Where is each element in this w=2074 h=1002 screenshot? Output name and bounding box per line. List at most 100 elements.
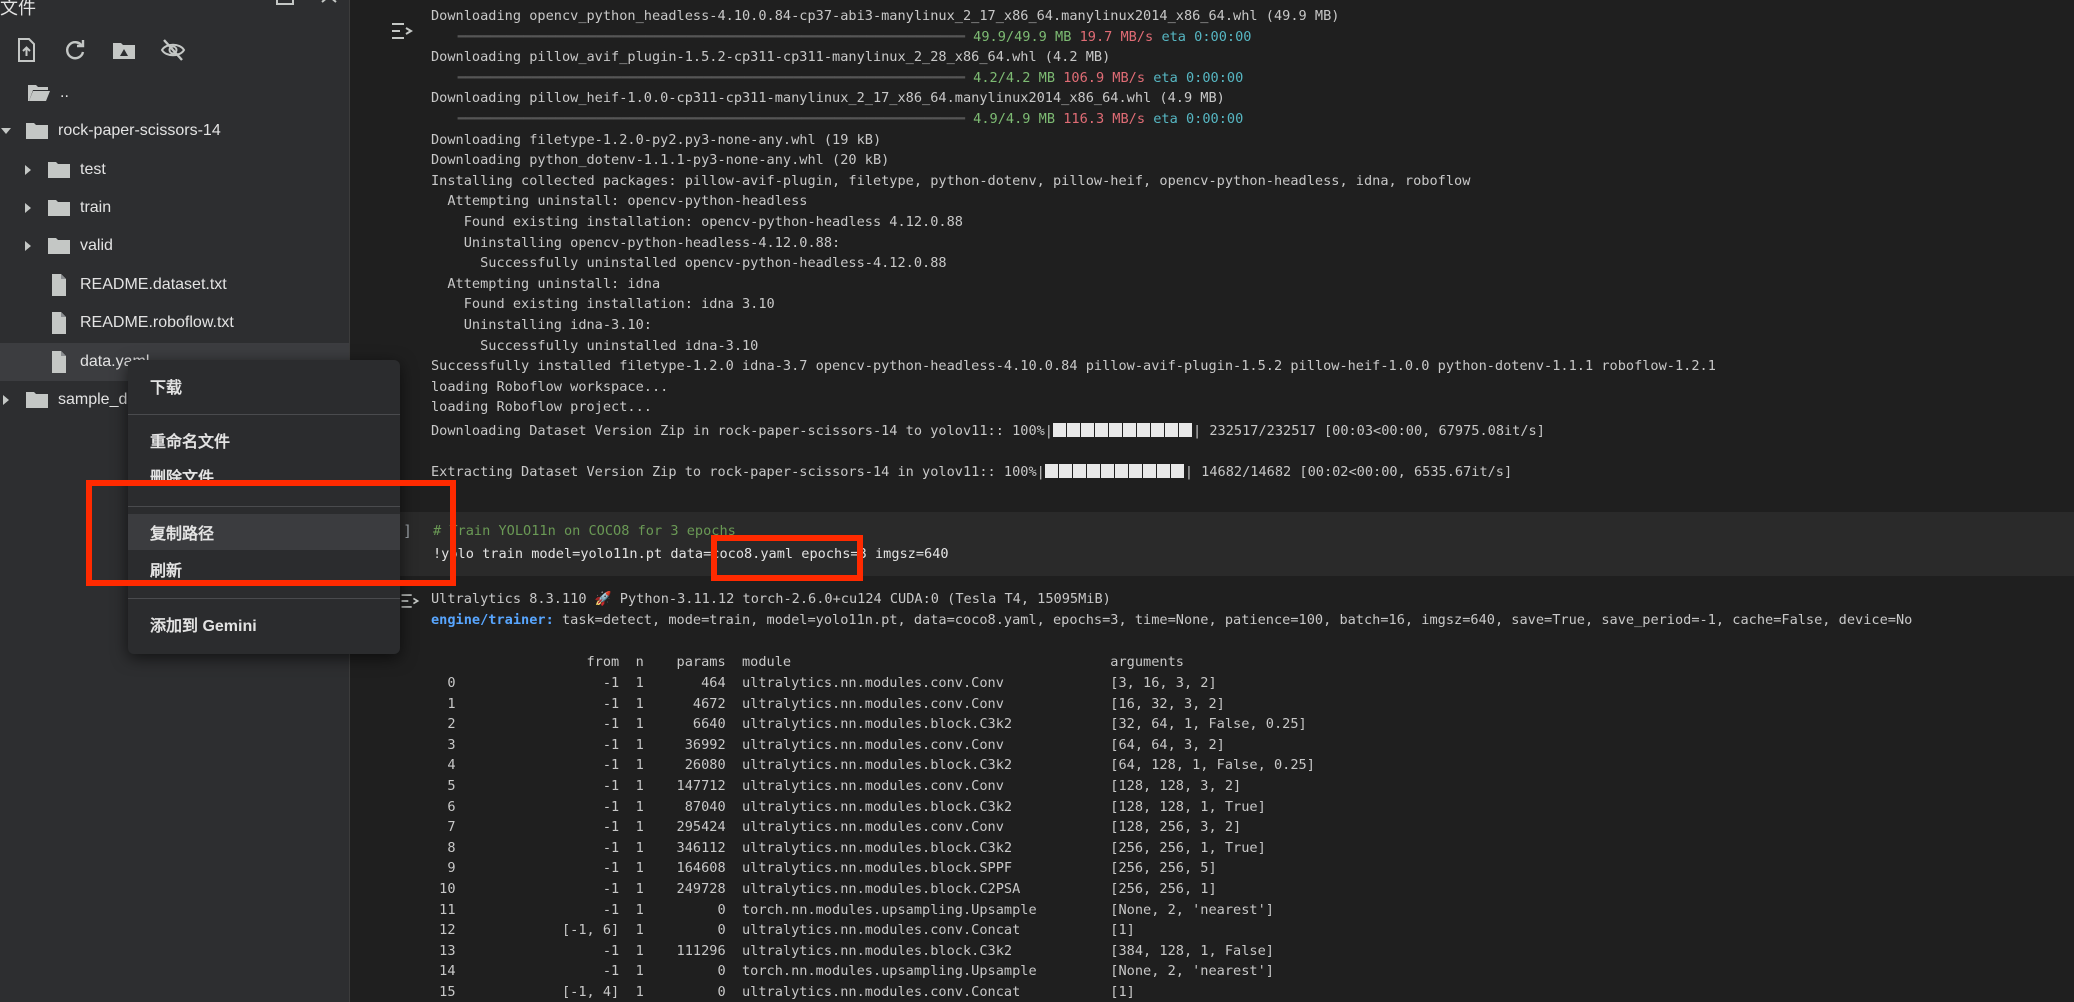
download-speed: 116.3 MB/s: [1063, 111, 1146, 127]
download-eta: eta 0:00:00: [1161, 28, 1252, 45]
extract-zip-progress: Extracting Dataset Version Zip to rock-p…: [431, 462, 1512, 483]
progress-block: [1081, 423, 1094, 437]
progress-prefix: Extracting Dataset Version Zip to rock-p…: [431, 464, 1045, 480]
menu-item-download[interactable]: 下载: [128, 368, 400, 404]
tree-item-test[interactable]: test: [0, 151, 349, 189]
tree-item-valid[interactable]: valid: [0, 227, 349, 265]
progress-suffix: | 232517/232517 [00:03<00:00, 67975.08it…: [1193, 423, 1545, 439]
layer-table-row: 0 -1 1 464 ultralytics.nn.modules.conv.C…: [431, 675, 1217, 691]
progress-block: [1179, 423, 1192, 437]
folder-icon: [46, 235, 72, 257]
menu-item-rename[interactable]: 重命名文件: [128, 422, 400, 458]
tree-item-readme-dataset[interactable]: README.dataset.txt: [0, 266, 349, 304]
trainer-value: task=detect, mode=train, model=yolo11n.p…: [553, 612, 1913, 628]
progress-done: 4.9/4.9 MB: [973, 111, 1056, 127]
tree-item-label: sample_d: [58, 391, 128, 408]
progress-block: [1100, 464, 1114, 478]
chevron-right-icon[interactable]: [0, 394, 12, 406]
folder-icon: [24, 120, 50, 142]
progress-block: [1165, 423, 1178, 437]
pip-output-line: Downloading filetype-1.2.0-py2.py3-none-…: [431, 131, 882, 148]
progress-block: [1109, 423, 1122, 437]
progress-block: [1067, 423, 1080, 437]
pip-output-line: Downloading pillow_heif-1.0.0-cp311-cp31…: [431, 90, 1225, 107]
pip-output-line: Successfully uninstalled idna-3.10: [431, 337, 759, 354]
toggle-hidden-files-button[interactable]: [157, 34, 189, 66]
layer-table-row: 14 -1 1 0 torch.nn.modules.upsampling.Up…: [431, 963, 1274, 980]
tree-item-label: rock-paper-scissors-14: [58, 122, 221, 139]
pip-output-line: Installing collected packages: pillow-av…: [431, 172, 1471, 189]
trainer-key: engine/trainer:: [431, 612, 554, 628]
layer-table-row: 15 [-1, 4] 1 0 ultralytics.nn.modules.co…: [431, 984, 1135, 1000]
tree-item-label: README.dataset.txt: [80, 276, 227, 293]
folder-icon: [24, 389, 50, 411]
tree-item-readme-roboflow[interactable]: README.roboflow.txt: [0, 304, 349, 342]
code-cell[interactable]: ] # Train YOLO11n on COCO8 for 3 epochs …: [351, 512, 2074, 576]
chevron-right-icon[interactable]: [22, 164, 34, 176]
progress-block: [1072, 464, 1086, 478]
output-collapse-icon[interactable]: [399, 590, 421, 612]
progress-prefix: Downloading Dataset Version Zip in rock-…: [431, 423, 1053, 439]
pip-install-output: Downloading opencv_python_headless-4.10.…: [351, 0, 2074, 508]
progress-block: [1114, 464, 1128, 478]
layer-table-row: 6 -1 1 87040 ultralytics.nn.modules.bloc…: [431, 798, 1266, 815]
tree-item-label: test: [80, 161, 106, 178]
menu-item-add-to-gemini[interactable]: 添加到 Gemini: [128, 606, 400, 642]
progress-block: [1156, 464, 1170, 478]
chevron-right-icon[interactable]: [22, 240, 34, 252]
pip-output-line: loading Roboflow workspace...: [431, 378, 669, 395]
pip-output-line: Downloading pillow_avif_plugin-1.5.2-cp3…: [431, 49, 1111, 66]
file-icon: [46, 274, 72, 296]
layer-table-row: 9 -1 1 164608 ultralytics.nn.modules.blo…: [431, 860, 1217, 877]
code-command[interactable]: !yolo train model=yolo11n.pt data=coco8.…: [433, 544, 949, 565]
maximize-icon[interactable]: [274, 0, 296, 14]
pip-output-line: Found existing installation: idna 3.10: [431, 296, 775, 313]
upload-file-icon: [18, 38, 35, 62]
pip-output-line: Attempting uninstall: opencv-python-head…: [431, 193, 808, 210]
command-part: !yolo train model=yolo11n.pt: [433, 546, 671, 562]
progress-block: [1170, 464, 1184, 478]
menu-divider: [128, 598, 400, 599]
notebook-main: Downloading opencv_python_headless-4.10.…: [351, 0, 2074, 1002]
drive-folder-icon: [113, 43, 135, 59]
chevron-down-icon[interactable]: [0, 125, 12, 137]
progress-blocks: [1053, 423, 1193, 439]
progress-done: 49.9/49.9 MB: [973, 28, 1072, 45]
progress-block: [1142, 464, 1156, 478]
layer-table-row: 10 -1 1 249728 ultralytics.nn.modules.bl…: [431, 881, 1217, 897]
progress-block: [1095, 423, 1108, 437]
refresh-icon: [66, 40, 85, 60]
layer-table-row: 7 -1 1 295424 ultralytics.nn.modules.con…: [431, 819, 1242, 836]
chevron-right-icon[interactable]: [22, 202, 34, 214]
layer-table-header: from n params module arguments: [431, 654, 1184, 670]
pip-output-line: Found existing installation: opencv-pyth…: [431, 214, 963, 230]
tree-item-parent-folder[interactable]: ..: [0, 74, 349, 112]
progress-block: [1058, 464, 1072, 478]
download-eta: eta 0:00:00: [1153, 111, 1244, 127]
download-speed: 106.9 MB/s: [1063, 69, 1146, 86]
trainer-config-line: engine/trainer: task=detect, mode=train,…: [431, 610, 1912, 631]
code-comment: # Train YOLO11n on COCO8 for 3 epochs: [433, 521, 736, 542]
download-zip-progress: Downloading Dataset Version Zip in rock-…: [431, 421, 1545, 442]
close-icon[interactable]: [318, 0, 340, 14]
progress-blocks: [1044, 464, 1185, 480]
progress-block: [1053, 423, 1066, 437]
eye-off-icon: [160, 39, 186, 61]
progress-block: [1044, 464, 1058, 478]
file-toolbar: [10, 34, 189, 66]
menu-divider: [128, 414, 400, 415]
tree-item-label: README.roboflow.txt: [80, 314, 234, 331]
highlight-box-copy-path: [86, 480, 456, 586]
training-output: Ultralytics 8.3.110 🚀 Python-3.11.12 tor…: [351, 580, 2074, 1002]
progress-block: [1137, 423, 1150, 437]
upload-file-button[interactable]: [10, 34, 42, 66]
tree-item-train[interactable]: train: [0, 189, 349, 227]
output-collapse-icon[interactable]: [389, 18, 415, 44]
mount-drive-button[interactable]: [108, 34, 140, 66]
refresh-button[interactable]: [59, 34, 91, 66]
progress-block: [1151, 423, 1164, 437]
layer-table-row: 12 [-1, 6] 1 0 ultralytics.nn.modules.co…: [431, 922, 1135, 939]
tree-item-rock-paper-scissors-14[interactable]: rock-paper-scissors-14: [0, 112, 349, 150]
pip-output-line: Attempting uninstall: idna: [431, 275, 661, 292]
layer-table-row: 1 -1 1 4672 ultralytics.nn.modules.conv.…: [431, 695, 1225, 712]
